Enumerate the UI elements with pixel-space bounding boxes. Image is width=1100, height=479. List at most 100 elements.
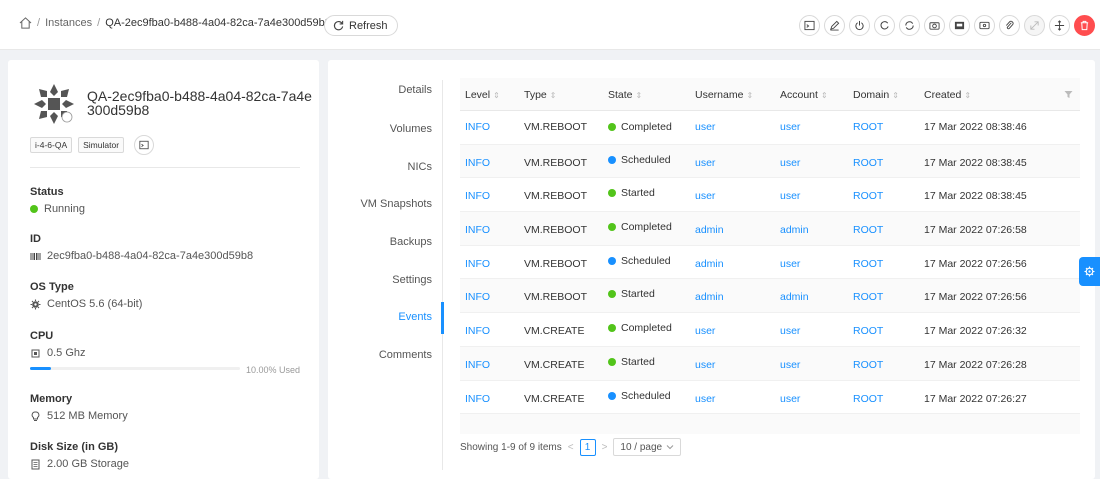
state-label: Scheduled: [621, 153, 671, 166]
column-state[interactable]: State ⇕: [608, 89, 642, 101]
cell-level[interactable]: INFO: [465, 121, 490, 133]
page-1-button[interactable]: 1: [579, 438, 596, 456]
next-page-button[interactable]: >: [602, 442, 608, 453]
cell-account[interactable]: user: [780, 190, 800, 202]
attach-button[interactable]: [999, 15, 1020, 36]
tab-backups[interactable]: Backups: [390, 236, 432, 248]
cell-state: Scheduled: [608, 255, 671, 267]
table-row: INFO VM.REBOOT Completed user user ROOT 17 Mar…: [460, 111, 1080, 145]
vm-snapshot-button[interactable]: [949, 15, 970, 36]
breadcrumb-instances[interactable]: Instances: [45, 17, 92, 29]
cell-username[interactable]: user: [695, 121, 715, 133]
settings-float-button[interactable]: [1079, 257, 1100, 286]
tab-comments[interactable]: Comments: [379, 349, 432, 361]
pagination: Showing 1-9 of 9 items < 1 > 10 / page: [460, 438, 682, 456]
instance-logo: [34, 84, 74, 124]
sync-icon: [905, 21, 914, 30]
scale-button[interactable]: [1049, 15, 1070, 36]
state-dot: [608, 290, 616, 299]
column-domain[interactable]: Domain ⇕: [853, 89, 899, 101]
column-type[interactable]: Type ⇕: [524, 89, 556, 101]
tab-vm-snapshots[interactable]: VM Snapshots: [360, 198, 432, 210]
column-username[interactable]: Username ⇕: [695, 89, 753, 101]
cell-username[interactable]: admin: [695, 258, 724, 270]
table-row: INFO VM.REBOOT Scheduled user user ROOT 17 Mar…: [460, 144, 1080, 179]
cell-domain[interactable]: ROOT: [853, 325, 883, 337]
cell-domain[interactable]: ROOT: [853, 157, 883, 169]
home-icon[interactable]: [19, 17, 32, 29]
cell-account[interactable]: user: [780, 359, 800, 371]
cell-account[interactable]: user: [780, 258, 800, 270]
filter-icon[interactable]: [1064, 90, 1073, 99]
cpu-usage-text: 10.00% Used: [246, 365, 301, 375]
page-size-select[interactable]: 10 / page: [613, 438, 682, 456]
barcode-icon: [30, 252, 41, 260]
cell-username[interactable]: user: [695, 157, 715, 169]
table-row: INFO VM.REBOOT Started admin admin ROOT 17 Mar…: [460, 279, 1080, 314]
prev-page-button[interactable]: <: [568, 442, 574, 453]
cell-username[interactable]: user: [695, 359, 715, 371]
reboot-button[interactable]: [874, 15, 895, 36]
cell-domain[interactable]: ROOT: [853, 224, 883, 236]
status-label: Status: [30, 186, 64, 198]
destroy-button[interactable]: [1074, 15, 1095, 36]
cell-account[interactable]: admin: [780, 224, 809, 236]
events-table: Level ⇕ Type ⇕ State ⇕ Username ⇕ Account ⇕ D…: [460, 78, 1080, 435]
cell-account[interactable]: user: [780, 325, 800, 337]
cell-username[interactable]: user: [695, 325, 715, 337]
cell-level[interactable]: INFO: [465, 157, 490, 169]
cell-state: Started: [608, 288, 655, 300]
cell-level[interactable]: INFO: [465, 393, 490, 405]
cell-username[interactable]: admin: [695, 224, 724, 236]
cell-account[interactable]: admin: [780, 291, 809, 303]
tab-volumes[interactable]: Volumes: [390, 123, 432, 135]
cell-domain[interactable]: ROOT: [853, 258, 883, 270]
column-created[interactable]: Created ⇕: [924, 89, 971, 101]
cell-level[interactable]: INFO: [465, 325, 490, 337]
column-account[interactable]: Account ⇕: [780, 89, 828, 101]
cell-username[interactable]: admin: [695, 291, 724, 303]
cell-level[interactable]: INFO: [465, 190, 490, 202]
tab-details[interactable]: Details: [398, 84, 432, 96]
column-level[interactable]: Level ⇕: [465, 89, 500, 101]
tab-settings[interactable]: Settings: [392, 274, 432, 286]
cell-level[interactable]: INFO: [465, 224, 490, 236]
edit-button[interactable]: [824, 15, 845, 36]
sort-icon: ⇕: [549, 91, 557, 100]
top-bar: / Instances / QA-2ec9fba0-b488-4a04-82ca…: [0, 0, 1100, 50]
refresh-button[interactable]: Refresh: [324, 15, 398, 36]
tab-nics[interactable]: NICs: [408, 161, 432, 173]
state-dot: [608, 357, 616, 366]
cell-username[interactable]: user: [695, 393, 715, 405]
cell-domain[interactable]: ROOT: [853, 121, 883, 133]
reinstall-button[interactable]: [899, 15, 920, 36]
cell-account[interactable]: user: [780, 121, 800, 133]
console-button[interactable]: [799, 15, 820, 36]
power-icon: [855, 20, 864, 31]
drag-icon: [1054, 20, 1065, 31]
view-console-button[interactable]: [134, 135, 155, 155]
state-dot: [608, 391, 616, 400]
cell-level[interactable]: INFO: [465, 258, 490, 270]
cell-domain[interactable]: ROOT: [853, 190, 883, 202]
storage-icon: [31, 459, 40, 469]
breadcrumb-separator: /: [97, 17, 101, 29]
cpu-label: CPU: [30, 330, 54, 342]
status-value: Running: [44, 203, 85, 215]
migrate-button[interactable]: [1024, 15, 1045, 36]
cell-created: 17 Mar 2022 08:38:45: [924, 190, 1027, 203]
stop-button[interactable]: [849, 15, 870, 36]
cell-domain[interactable]: ROOT: [853, 291, 883, 303]
cell-level[interactable]: INFO: [465, 291, 490, 303]
cell-username[interactable]: user: [695, 190, 715, 202]
cell-domain[interactable]: ROOT: [853, 393, 883, 405]
snapshot-button[interactable]: [924, 15, 945, 36]
table-row: INFO VM.REBOOT Scheduled admin user ROOT 17 Ma…: [460, 246, 1080, 280]
cell-domain[interactable]: ROOT: [853, 359, 883, 371]
cell-level[interactable]: INFO: [465, 359, 490, 371]
cell-type: VM.CREATE: [524, 392, 585, 405]
cell-account[interactable]: user: [780, 393, 800, 405]
cell-account[interactable]: user: [780, 157, 800, 169]
attach-iso-button[interactable]: [974, 15, 995, 36]
tab-events[interactable]: Events: [398, 311, 432, 323]
